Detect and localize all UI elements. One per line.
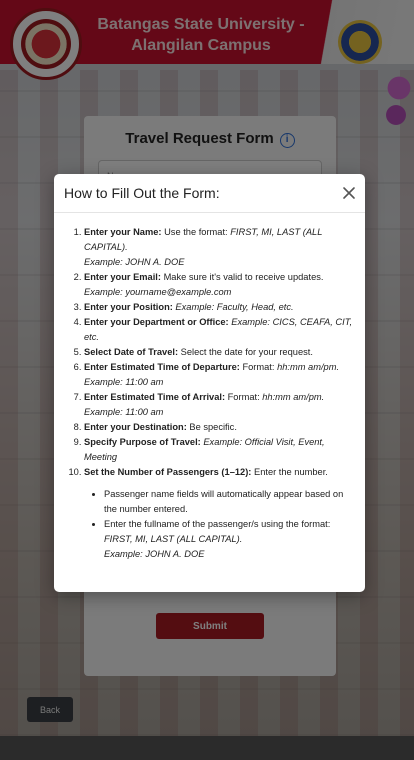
step-item: Enter your Department or Office: Example… bbox=[84, 315, 353, 345]
steps-list: Enter your Name: Use the format: FIRST, … bbox=[70, 225, 353, 562]
bottom-bar bbox=[0, 736, 414, 760]
passenger-note: Passenger name fields will automatically… bbox=[104, 487, 353, 517]
modal-title: How to Fill Out the Form: bbox=[64, 185, 220, 201]
step-item: Select Date of Travel: Select the date f… bbox=[84, 345, 353, 360]
step-item: Set the Number of Passengers (1–12): Ent… bbox=[84, 465, 353, 562]
step-item: Enter Estimated Time of Departure: Forma… bbox=[84, 360, 353, 390]
step-item: Enter your Email: Make sure it's valid t… bbox=[84, 270, 353, 300]
instructions-modal: How to Fill Out the Form: Enter your Nam… bbox=[54, 174, 365, 592]
modal-body: Enter your Name: Use the format: FIRST, … bbox=[54, 213, 365, 562]
step-item: Enter your Position: Example: Faculty, H… bbox=[84, 300, 353, 315]
step-item: Enter your Name: Use the format: FIRST, … bbox=[84, 225, 353, 270]
step-item: Enter Estimated Time of Arrival: Format:… bbox=[84, 390, 353, 420]
passenger-note: Enter the fullname of the passenger/s us… bbox=[104, 517, 353, 562]
step-item: Specify Purpose of Travel: Example: Offi… bbox=[84, 435, 353, 465]
modal-header: How to Fill Out the Form: bbox=[54, 174, 365, 213]
step-item: Enter your Destination: Be specific. bbox=[84, 420, 353, 435]
passenger-notes-list: Passenger name fields will automatically… bbox=[84, 487, 353, 562]
close-icon[interactable] bbox=[341, 185, 357, 201]
